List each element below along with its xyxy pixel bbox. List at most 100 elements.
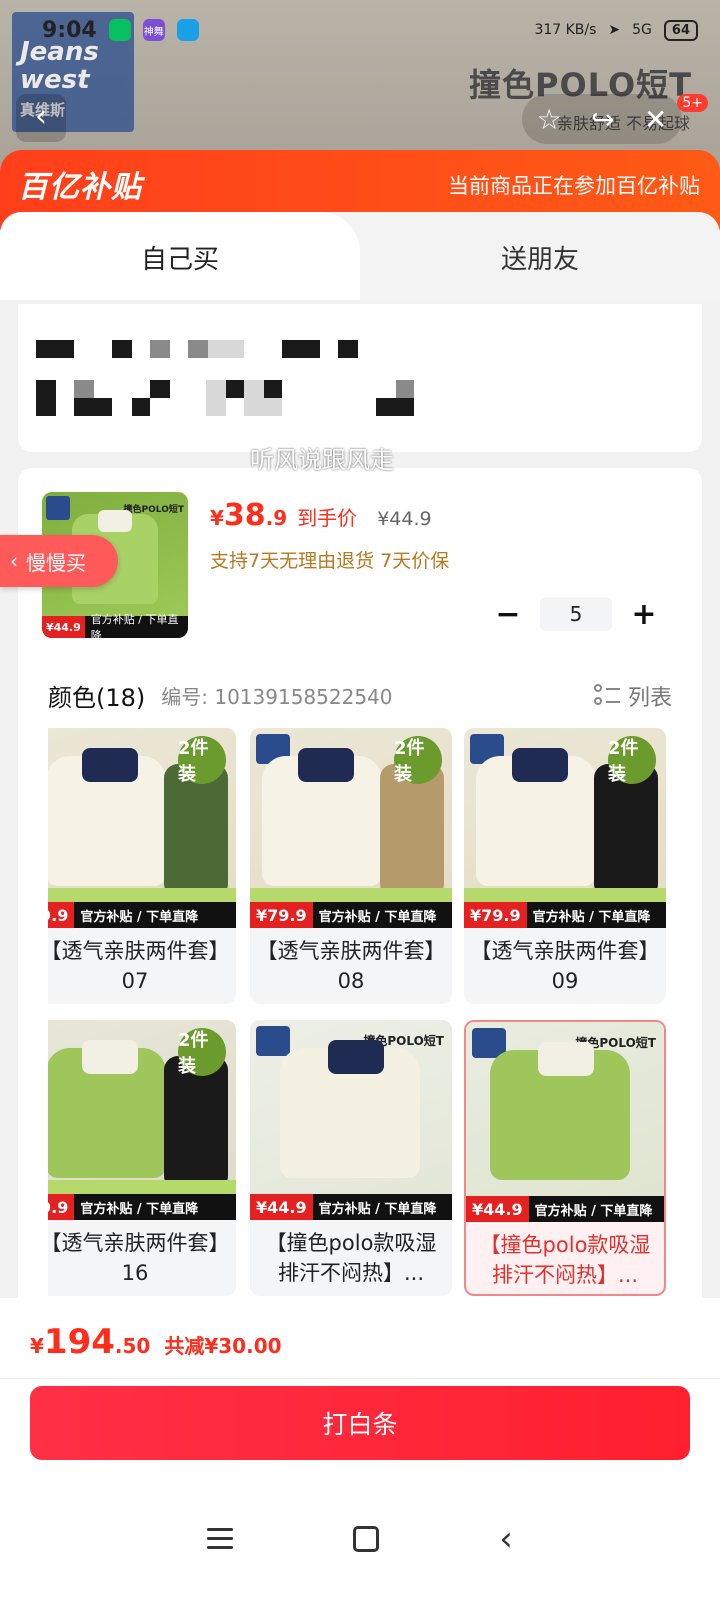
- shield-app-icon: [176, 19, 199, 41]
- variant-image: 撞色POLO短T ¥44.9 官方补贴 / 下单直降: [466, 1022, 664, 1222]
- nav-back-icon[interactable]: ‹: [499, 1522, 513, 1556]
- pay-button[interactable]: 打白条: [30, 1386, 690, 1460]
- quantity-stepper: − 5 +: [490, 596, 662, 632]
- variant-label: 【撞色polo款吸湿排汗不闷热】...: [479, 1233, 651, 1287]
- variant-strip-text: 官方补贴 / 下单直降: [80, 909, 199, 925]
- decrease-button[interactable]: −: [490, 596, 526, 632]
- page-actions: ☆ ↪ ✕: [522, 94, 682, 144]
- total-dec: .50: [114, 1334, 151, 1358]
- location-icon: ➤: [608, 22, 621, 38]
- sheet-content: 撞色POLO短T ¥44.9 官方补贴 / 下单直降 ¥38.9 到手价 ¥44…: [0, 300, 720, 1348]
- thumb-strip: ¥44.9 官方补贴 / 下单直降: [42, 613, 188, 638]
- shenyu-app-icon: 神舞: [142, 19, 165, 41]
- price-tag: 到手价: [297, 506, 358, 530]
- redacted-block: [36, 380, 56, 416]
- back-arrow-icon: ‹: [35, 99, 47, 134]
- variant-price: ¥79.9: [464, 902, 527, 928]
- brand-mark: [256, 1026, 290, 1056]
- purchase-tabs: 自己买 送朋友: [0, 212, 720, 302]
- redacted-block: [74, 380, 94, 398]
- system-nav-bar: ‹: [0, 1478, 720, 1600]
- two-piece-badge: 2件装: [608, 736, 656, 785]
- variant-image: 2件装 ¥79.9 官方补贴 / 下单直降: [464, 728, 666, 928]
- tab-gift-friend[interactable]: 送朋友: [360, 212, 720, 302]
- variant-label: 【透气亲肤两件套】07: [48, 939, 230, 993]
- brand-mark: [46, 496, 70, 520]
- redacted-block: [74, 398, 112, 416]
- redacted-block: [36, 340, 74, 358]
- color-section-header: 颜色(18) 编号: 10139158522540 列表: [48, 678, 672, 713]
- close-icon[interactable]: ✕: [644, 103, 667, 136]
- variant-strip-text: 官方补贴 / 下单直降: [318, 909, 437, 925]
- message-badge: 5+: [677, 94, 708, 112]
- variant-price: ¥44.9: [466, 1196, 529, 1222]
- back-button[interactable]: ‹: [16, 94, 66, 142]
- variant-tile[interactable]: 2件装 9.9 官方补贴 / 下单直降 【透气亲肤两件套】16: [48, 1020, 236, 1296]
- variant-strip-text: 官方补贴 / 下单直降: [534, 1203, 653, 1219]
- status-time: 9:04: [42, 17, 97, 43]
- variant-strip: ¥44.9 官方补贴 / 下单直降: [250, 1194, 452, 1220]
- quantity-input[interactable]: 5: [540, 597, 612, 631]
- total-symbol: ¥: [30, 1334, 44, 1358]
- variant-price: ¥79.9: [250, 902, 313, 928]
- status-right: 317 KB/s ➤ 5G 64: [534, 19, 698, 41]
- variant-tile[interactable]: 2件装 ¥79.9 官方补贴 / 下单直降 【透气亲肤两件套】09: [464, 728, 666, 1004]
- current-price: ¥38.9: [210, 498, 287, 533]
- list-view-toggle[interactable]: 列表: [593, 680, 672, 712]
- redacted-block: [264, 380, 282, 398]
- two-piece-badge: 2件装: [178, 1028, 226, 1077]
- variant-image: 2件装 9.9 官方补贴 / 下单直降: [48, 1020, 236, 1220]
- redacted-block: [206, 380, 226, 416]
- chevron-left-icon: ‹: [10, 549, 18, 573]
- thumb-strip-text: 官方补贴 / 下单直降: [90, 613, 179, 638]
- total-price: ¥194.50 共减¥30.00: [30, 1322, 282, 1362]
- favorite-star-icon[interactable]: ☆: [537, 103, 562, 136]
- subsidy-info: 当前商品正在参加百亿补贴: [448, 174, 700, 198]
- share-icon[interactable]: ↪: [591, 103, 614, 136]
- subsidy-logo: 百亿补贴: [18, 170, 142, 205]
- variant-label: 【透气亲肤两件套】09: [470, 939, 660, 993]
- variant-price: ¥44.9: [250, 1194, 313, 1220]
- increase-button[interactable]: +: [626, 596, 662, 632]
- thumb-price: ¥44.9: [42, 616, 85, 638]
- price-int: 38: [223, 498, 266, 533]
- variant-grid: 2件装 9.9 官方补贴 / 下单直降 【透气亲肤两件套】07 2件装 ¥79.9…: [48, 728, 672, 1312]
- variant-strip: 9.9 官方补贴 / 下单直降: [48, 1194, 236, 1220]
- redacted-block: [112, 340, 132, 358]
- product-code: 编号: 10139158522540: [161, 685, 393, 709]
- variant-tile[interactable]: 2件装 ¥79.9 官方补贴 / 下单直降 【透气亲肤两件套】08: [250, 728, 452, 1004]
- menu-icon[interactable]: [207, 1528, 234, 1550]
- thumb-collar: [98, 510, 132, 532]
- footer-divider: [0, 1378, 720, 1379]
- color-count-title: 颜色(18): [48, 684, 146, 712]
- redacted-block: [226, 380, 244, 398]
- variant-label: 【撞色polo款吸湿排汗不闷热】...: [265, 1231, 437, 1285]
- redacted-block: [150, 380, 170, 398]
- product-card: 撞色POLO短T ¥44.9 官方补贴 / 下单直降 ¥38.9 到手价 ¥44…: [18, 468, 702, 1348]
- price-dec: .9: [265, 506, 288, 530]
- service-promise: 支持7天无理由退货 7天价保: [210, 550, 450, 572]
- list-view-label: 列表: [627, 685, 672, 711]
- redacted-block: [208, 340, 244, 358]
- list-icon: [593, 683, 620, 708]
- price-compare-button[interactable]: ‹ 慢慢买: [0, 535, 118, 587]
- variant-strip: ¥79.9 官方补贴 / 下单直降: [250, 902, 452, 928]
- total-amount: ¥194.50: [30, 1322, 150, 1362]
- variant-strip-text: 官方补贴 / 下单直降: [80, 1201, 199, 1217]
- variant-image: 2件装 ¥79.9 官方补贴 / 下单直降: [250, 728, 452, 928]
- total-int: 194: [43, 1322, 115, 1362]
- redacted-block: [396, 380, 414, 398]
- tab-buy-self[interactable]: 自己买: [0, 212, 360, 302]
- variant-tile[interactable]: 2件装 9.9 官方补贴 / 下单直降 【透气亲肤两件套】07: [48, 728, 236, 1004]
- variant-label: 【透气亲肤两件套】08: [256, 939, 446, 993]
- network-speed: 317 KB/s: [534, 22, 597, 38]
- original-price: ¥44.9: [377, 508, 432, 530]
- address-card[interactable]: [18, 304, 702, 452]
- redacted-block: [150, 340, 170, 358]
- redacted-block: [282, 340, 320, 358]
- variant-tile-selected[interactable]: 撞色POLO短T ¥44.9 官方补贴 / 下单直降 【撞色polo款吸湿排汗不闷…: [464, 1020, 666, 1296]
- variant-image: 2件装 9.9 官方补贴 / 下单直降: [48, 728, 236, 928]
- two-piece-badge: 2件装: [394, 736, 442, 785]
- variant-tile[interactable]: 撞色POLO短T ¥44.9 官方补贴 / 下单直降 【撞色polo款吸湿排汗不闷…: [250, 1020, 452, 1296]
- home-icon[interactable]: [353, 1526, 380, 1552]
